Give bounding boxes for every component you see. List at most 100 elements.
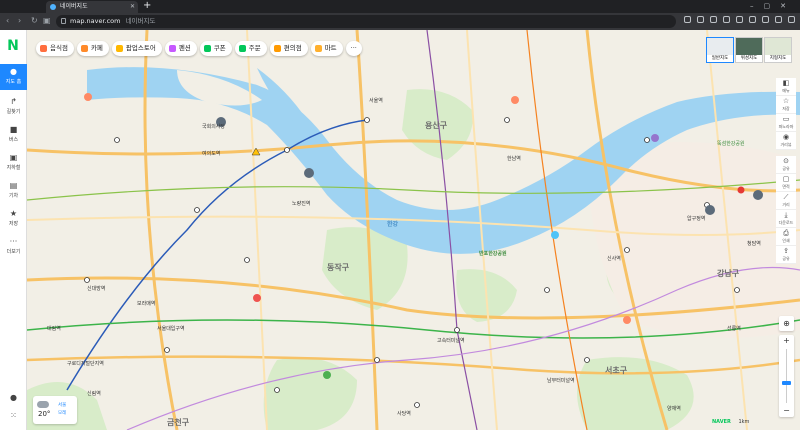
zoom-slider[interactable] <box>779 347 794 405</box>
extensions <box>684 16 800 23</box>
reload-icon[interactable]: ↻ <box>31 15 38 27</box>
map-label-district: 강남구 <box>717 268 740 278</box>
extension-icon[interactable] <box>775 16 782 23</box>
map-label-station: 보라매역 <box>137 300 155 307</box>
browser-tab[interactable]: 네이버지도 ✕ <box>46 1 138 13</box>
layers-button[interactable]: ◧ 메뉴 <box>776 78 796 96</box>
extension-icon[interactable] <box>762 16 769 23</box>
map-label-district: 동작구 <box>327 262 350 272</box>
weather-labels: 서울 모레 <box>58 402 66 418</box>
naver-logo[interactable]: N <box>4 37 22 55</box>
apps-grid-icon[interactable]: ⁙ <box>0 408 27 422</box>
extension-icon[interactable] <box>723 16 730 23</box>
extension-icon[interactable] <box>736 16 743 23</box>
map-label-station: 서울대입구역 <box>157 325 185 332</box>
map-label-district: 금천구 <box>167 417 190 427</box>
chip-coupon[interactable]: 쿠폰 <box>199 41 232 56</box>
current-location-button[interactable]: ⊕ <box>779 316 794 331</box>
area-button[interactable]: ▢ 면적 <box>776 174 796 192</box>
streetview-button[interactable]: ◉ 거리뷰 <box>776 132 796 150</box>
nav-item-more[interactable]: ··· 더보기 <box>0 234 27 260</box>
weather-widget[interactable]: 20° 서울 모레 <box>33 396 77 424</box>
save-button[interactable]: ☆ 저장 <box>776 96 796 114</box>
nav-item-saved[interactable]: ★ 저장 <box>0 206 27 232</box>
chip-order[interactable]: 주문 <box>234 41 267 56</box>
close-tab-icon[interactable]: ✕ <box>130 1 135 13</box>
chip-convenience-store[interactable]: 편의점 <box>269 41 308 56</box>
star-icon: ☆ <box>782 97 790 105</box>
distance-button[interactable]: ⟋ 거리 <box>776 192 796 210</box>
extension-icon[interactable] <box>684 16 691 23</box>
chips-more-button[interactable]: ··· <box>345 41 362 56</box>
tab-search-icon[interactable]: ▣ <box>43 15 51 27</box>
chip-popup-store[interactable]: 팝업스토어 <box>111 41 162 56</box>
back-icon[interactable]: ‹ <box>6 15 9 27</box>
chip-restaurant[interactable]: 음식점 <box>36 41 74 56</box>
favicon-icon <box>50 4 56 10</box>
share-button[interactable]: ⊙ 공유 <box>776 156 796 174</box>
coupon-icon <box>203 45 211 52</box>
nav-item-label: 지하철 <box>6 165 21 171</box>
nav-item-map-home[interactable]: ● 지도 홈 <box>0 64 27 90</box>
new-tab-button[interactable]: + <box>143 0 151 12</box>
url-input[interactable]: map.naver.com 네이버지도 <box>56 15 676 28</box>
chip-mart[interactable]: 마트 <box>310 41 343 56</box>
map-label-station: 청담역 <box>747 240 761 247</box>
lock-icon <box>61 18 66 24</box>
train-icon: ▤ <box>9 181 18 190</box>
map-label-station: 여의도역 <box>202 150 220 157</box>
map-app: N ● 지도 홈 ↱ 길찾기 ■ 버스 ▣ 지하철 ▤ 기차 ★ 저장 ··· … <box>0 30 800 430</box>
share-icon: ⇪ <box>783 247 789 255</box>
map-type-normal[interactable]: 일반지도 <box>706 37 734 63</box>
map-label-station: 남부터미널역 <box>547 377 575 384</box>
extension-icon[interactable] <box>788 16 795 23</box>
panorama-button[interactable]: ▭ 파노라마 <box>776 114 796 132</box>
map-label-park: 뚝섬한강공원 <box>717 140 745 147</box>
category-chips: 음식점 카페 팝업스토어 펜션 쿠폰 주문 편의점 마트 ··· <box>36 41 362 56</box>
extension-icon[interactable] <box>710 16 717 23</box>
print-button[interactable]: ⎙ 인쇄 <box>776 228 796 246</box>
nav-item-bus[interactable]: ■ 버스 <box>0 122 27 148</box>
panorama-icon: ▭ <box>782 115 790 123</box>
subway-icon: ▣ <box>9 153 18 162</box>
map-label-station: 신대방역 <box>87 285 105 292</box>
map-label-station: 신림역 <box>87 390 101 397</box>
fork-icon <box>40 45 47 52</box>
map-canvas[interactable]: 용산구 강남구 서초구 동작구 한강 반포한강공원 금천구 여의도역 노량진역 … <box>27 30 800 430</box>
window-controls[interactable]: –▢✕ <box>750 0 796 12</box>
download-icon: ⤓ <box>784 211 788 219</box>
tab-title: 네이버지도 <box>60 3 88 10</box>
crosshair-icon: ⊕ <box>783 319 790 328</box>
nav-item-subway[interactable]: ▣ 지하철 <box>0 150 27 176</box>
nav-item-label: 저장 <box>8 221 19 227</box>
map-type-satellite[interactable]: 위성지도 <box>735 37 763 63</box>
zoom-in-button[interactable]: + <box>779 335 794 347</box>
chip-pension[interactable]: 펜션 <box>164 41 197 56</box>
nav-item-label: 지도 홈 <box>5 79 22 85</box>
map-type-terrain[interactable]: 지형지도 <box>764 37 792 63</box>
nav-item-train[interactable]: ▤ 기차 <box>0 178 27 204</box>
map-thumbnail <box>765 38 791 55</box>
nav-item-directions[interactable]: ↱ 길찾기 <box>0 94 27 120</box>
user-icon[interactable]: ● <box>0 390 27 404</box>
map-thumbnail <box>736 38 762 55</box>
map-label-station: 양재역 <box>667 405 681 412</box>
map-scale: NAVER 1km <box>712 419 749 425</box>
bus-icon: ■ <box>9 125 18 134</box>
extension-icon[interactable] <box>697 16 704 23</box>
zoom-thumb[interactable] <box>782 381 791 385</box>
extension-icon[interactable] <box>749 16 756 23</box>
streetview-icon: ◉ <box>782 133 790 141</box>
forward-icon[interactable]: › <box>18 15 21 27</box>
nav-item-label: 기차 <box>8 193 19 199</box>
chip-cafe[interactable]: 카페 <box>76 41 109 56</box>
zoom-out-button[interactable]: − <box>779 405 794 417</box>
download-button[interactable]: ⤓ 다운로드 <box>776 210 796 228</box>
map-type-selector: 일반지도 위성지도 지형지도 <box>706 37 792 63</box>
share-link-button[interactable]: ⇪ 공유 <box>776 246 796 264</box>
weather-temp: 20° <box>38 410 51 418</box>
share-icon: ⊙ <box>783 157 789 165</box>
map-label-station: 신사역 <box>607 255 621 262</box>
print-icon: ⎙ <box>783 229 789 237</box>
shop-icon <box>273 45 281 52</box>
